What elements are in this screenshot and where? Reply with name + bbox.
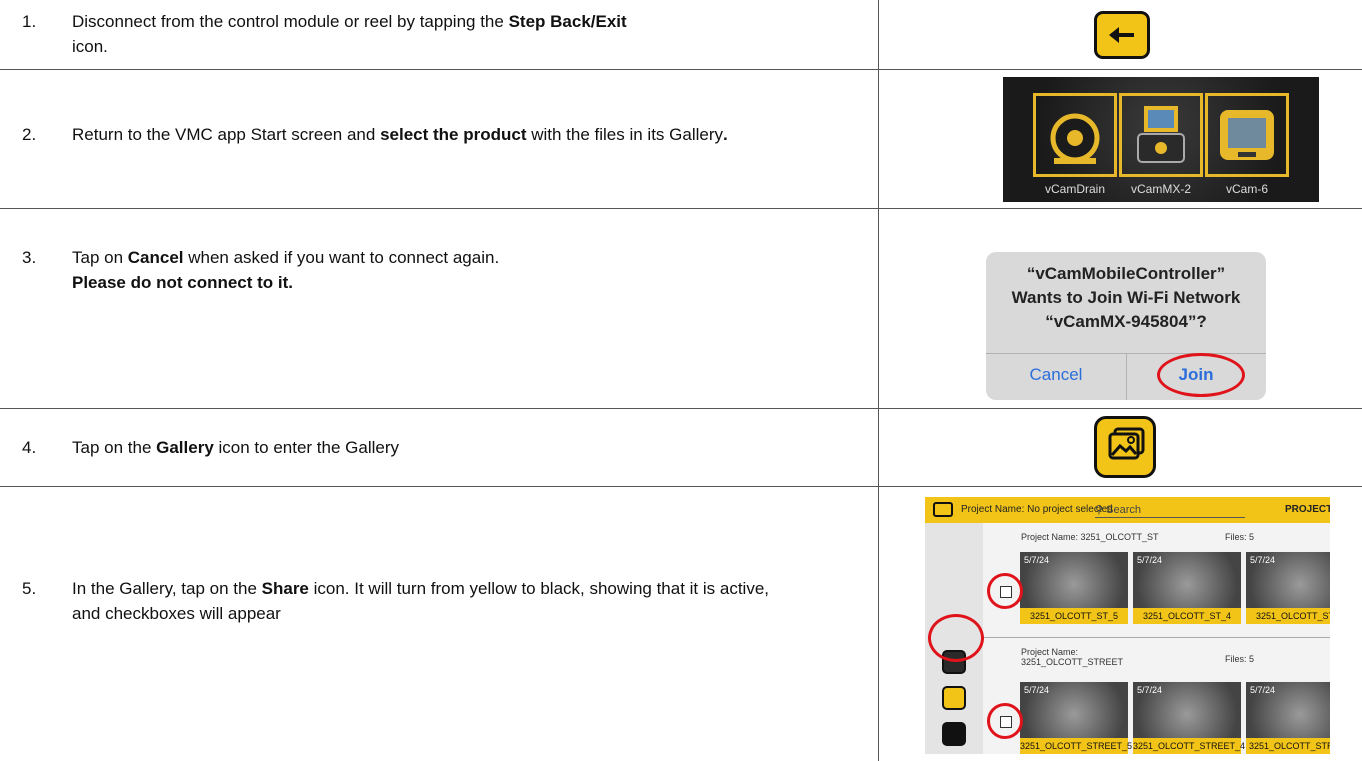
bold-term: select the product bbox=[380, 125, 527, 144]
gallery-icon[interactable] bbox=[1094, 416, 1156, 478]
bold-term: Cancel bbox=[127, 248, 184, 267]
search-icon: ⚲ bbox=[1095, 504, 1104, 516]
product-label: vCam-6 bbox=[1225, 182, 1268, 196]
bold-term: Gallery bbox=[156, 438, 214, 457]
highlight-circle-join bbox=[1157, 353, 1245, 397]
video-thumbnail[interactable]: 5/7/24 3251_OLCOTT_ST_4 bbox=[1133, 552, 1241, 624]
step-row-1: 1. Disconnect from the control module or… bbox=[0, 0, 1362, 70]
product-tile-vcamdrain[interactable] bbox=[1033, 93, 1117, 177]
step-body: Disconnect from the control module or re… bbox=[72, 12, 627, 56]
step-number: 4. bbox=[22, 438, 37, 457]
delete-icon[interactable] bbox=[942, 686, 966, 710]
bold-term: Share bbox=[261, 579, 309, 598]
dialog-line-2: Wants to Join Wi-Fi Network bbox=[1011, 288, 1241, 307]
file-count: Files: 5 bbox=[1225, 532, 1255, 542]
control-module-icon bbox=[1137, 106, 1185, 163]
step-body: Tap on Cancel when asked if you want to … bbox=[72, 248, 500, 292]
video-thumbnail[interactable]: 5/7/24 3251_OLCOTT_STREET_4 bbox=[1133, 682, 1245, 754]
product-label: vCamMX-2 bbox=[1130, 182, 1191, 196]
dialog-line-1: “vCamMobileController” bbox=[1026, 264, 1226, 283]
monitor-case-icon bbox=[1220, 110, 1274, 160]
highlight-circle-checkbox bbox=[987, 703, 1023, 739]
reel-icon bbox=[1050, 113, 1100, 164]
video-thumbnail[interactable]: 5/7/24 3251_OLCOTT_ST_5 bbox=[1020, 552, 1128, 624]
video-thumbnail[interactable]: 5/7/24 3251_OLCOTT_ST_3 bbox=[1246, 552, 1330, 624]
group-divider bbox=[983, 637, 1330, 638]
project-group-title: Project Name: 3251_OLCOTT_ST bbox=[1021, 532, 1159, 542]
project-name-label: Project Name: No project selected bbox=[961, 504, 1113, 515]
step-number: 1. bbox=[22, 12, 37, 31]
product-label: vCamDrain bbox=[1044, 182, 1105, 196]
gallery-screenshot: Project Name: No project selected ⚲ Sear… bbox=[925, 497, 1330, 754]
back-icon[interactable] bbox=[933, 502, 953, 517]
step-body: Return to the VMC app Start screen and s… bbox=[72, 125, 728, 144]
highlight-circle-checkbox bbox=[987, 573, 1023, 609]
file-count: Files: 5 bbox=[1225, 654, 1255, 664]
bold-term: Step Back/Exit bbox=[508, 12, 627, 31]
step-number: 3. bbox=[22, 248, 37, 267]
warning-text: Please do not connect to it. bbox=[72, 273, 294, 292]
projects-link[interactable]: PROJECTS bbox=[1285, 504, 1330, 515]
step-body: Tap on the Gallery icon to enter the Gal… bbox=[72, 438, 399, 457]
project-group-title: Project Name: 3251_OLCOTT_STREET bbox=[1021, 647, 1124, 667]
export-icon[interactable] bbox=[942, 722, 966, 746]
step-number: 5. bbox=[22, 579, 37, 598]
highlight-circle-share bbox=[928, 614, 984, 662]
dialog-line-3: “vCamMX-945804”? bbox=[1045, 312, 1207, 331]
product-tile-vcam6[interactable] bbox=[1205, 93, 1289, 177]
product-selection-screenshot: vCamDrain vCamMX-2 vCam-6 bbox=[1003, 77, 1319, 202]
step-row-4: 4. Tap on the Gallery icon to enter the … bbox=[0, 409, 1362, 487]
step-body: In the Gallery, tap on the Share icon. I… bbox=[72, 579, 770, 623]
step-number: 2. bbox=[22, 125, 37, 144]
video-thumbnail[interactable]: 5/7/24 3251_OLCOTT_STREET bbox=[1246, 682, 1330, 754]
video-thumbnail[interactable]: 5/7/24 3251_OLCOTT_STREET_5 bbox=[1020, 682, 1132, 754]
search-input[interactable]: ⚲ Search bbox=[1095, 503, 1245, 518]
product-tile-vcammx2[interactable] bbox=[1119, 93, 1203, 177]
gallery-topbar: Project Name: No project selected ⚲ Sear… bbox=[925, 497, 1330, 523]
step-back-exit-icon[interactable] bbox=[1094, 11, 1150, 59]
cancel-button[interactable]: Cancel bbox=[986, 365, 1126, 385]
